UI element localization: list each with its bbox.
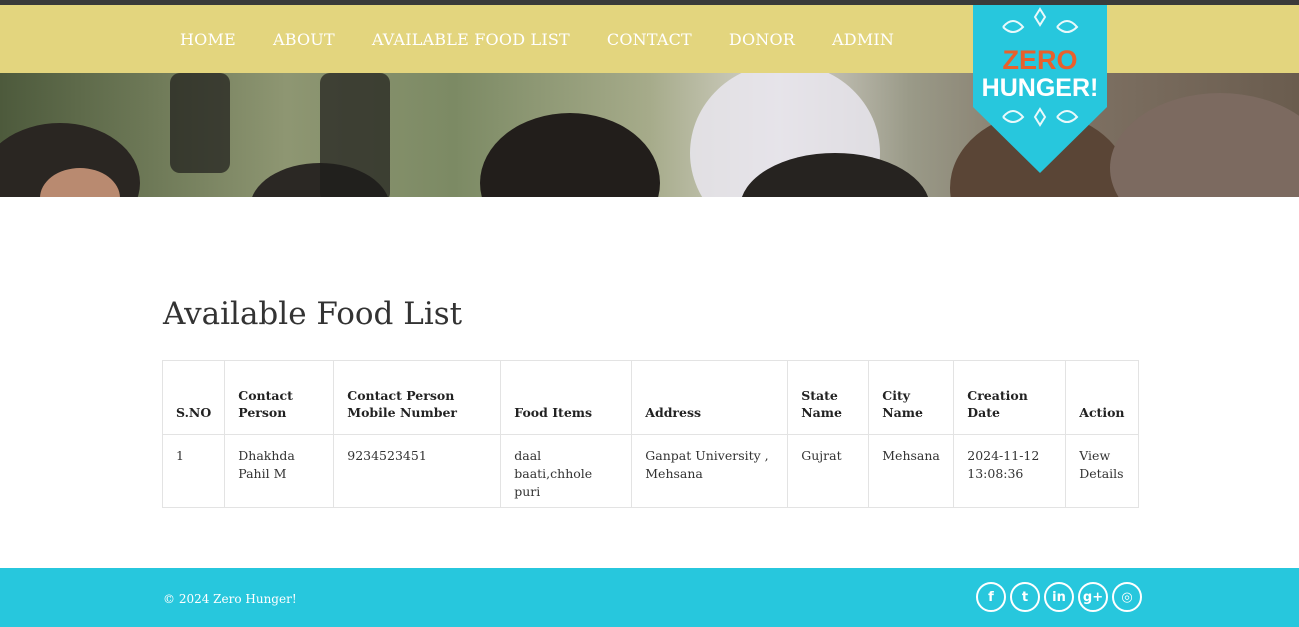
header-creation-date: Creation Date (953, 360, 1067, 435)
logo-text-hunger: HUNGER! (982, 74, 1099, 102)
footer: © 2024 Zero Hunger! f t in g+ ◎ (0, 568, 1299, 627)
header-city: City Name (868, 360, 955, 435)
nav-about[interactable]: ABOUT (273, 30, 335, 49)
table-row: 1 Dhakhda Pahil M 9234523451 daal baati,… (161, 434, 1139, 508)
cell-sno: 1 (161, 434, 226, 508)
linkedin-icon[interactable]: in (1044, 582, 1074, 612)
main-nav: HOME ABOUT AVAILABLE FOOD LIST CONTACT D… (180, 5, 931, 73)
google-plus-icon[interactable]: g+ (1078, 582, 1108, 612)
cell-mobile: 9234523451 (333, 434, 502, 508)
logo-text-zero: ZERO (1002, 45, 1077, 75)
cell-food-items: daal baati,chhole puri (500, 434, 633, 508)
cell-state: Gujrat (787, 434, 870, 508)
nav-donor[interactable]: DONOR (729, 30, 795, 49)
header-state: State Name (787, 360, 870, 435)
header-contact-person: Contact Person (224, 360, 335, 435)
zero-hunger-logo[interactable]: ZERO HUNGER! (973, 5, 1107, 173)
nav-admin[interactable]: ADMIN (832, 30, 894, 49)
header-food-items: Food Items (500, 360, 633, 435)
cell-contact-person: Dhakhda Pahil M (224, 434, 335, 508)
view-details-link[interactable]: View Details (1079, 448, 1123, 481)
cell-address: Ganpat University , Mehsana (631, 434, 789, 508)
cell-creation-date: 2024-11-12 13:08:36 (953, 434, 1067, 508)
nav-contact[interactable]: CONTACT (607, 30, 692, 49)
social-links: f t in g+ ◎ (976, 582, 1146, 612)
header-address: Address (631, 360, 789, 435)
table-header-row: S.NO Contact Person Contact Person Mobil… (161, 360, 1139, 435)
dribbble-icon[interactable]: ◎ (1112, 582, 1142, 612)
copyright-text: © 2024 Zero Hunger! (163, 592, 297, 606)
facebook-icon[interactable]: f (976, 582, 1006, 612)
header-sno: S.NO (161, 360, 226, 435)
cell-action: View Details (1065, 434, 1139, 508)
nav-home[interactable]: HOME (180, 30, 236, 49)
nav-available-food-list[interactable]: AVAILABLE FOOD LIST (372, 30, 570, 49)
twitter-icon[interactable]: t (1010, 582, 1040, 612)
food-list-table: S.NO Contact Person Contact Person Mobil… (161, 360, 1139, 508)
header-mobile: Contact Person Mobile Number (333, 360, 502, 435)
header-action: Action (1065, 360, 1139, 435)
cell-city: Mehsana (868, 434, 955, 508)
page-title: Available Food List (163, 296, 463, 332)
